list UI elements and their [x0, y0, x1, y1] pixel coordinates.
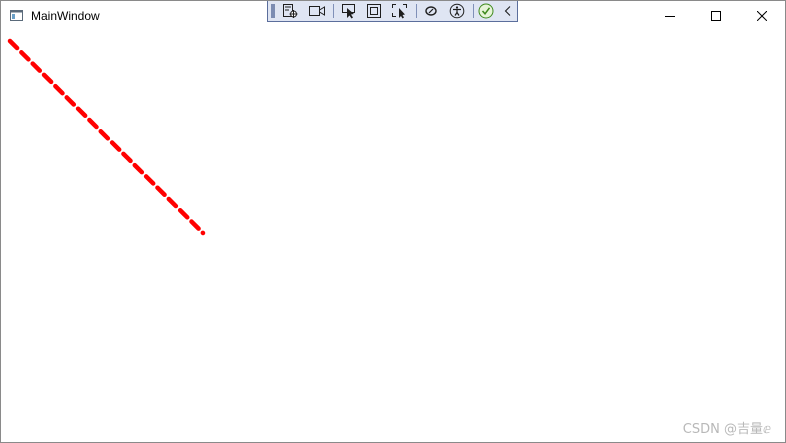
display-layout-adorners-icon	[367, 4, 381, 18]
toolbar-grip[interactable]	[271, 4, 275, 18]
drawing-canvas	[7, 38, 206, 236]
close-button[interactable]	[739, 1, 785, 31]
maximize-icon	[711, 11, 721, 21]
collapse-toolbar-button[interactable]	[500, 2, 516, 20]
go-to-live-visual-tree-icon	[283, 4, 298, 18]
track-focused-element-icon	[392, 4, 407, 19]
minimize-button[interactable]	[647, 1, 693, 31]
display-layout-adorners-button[interactable]	[364, 2, 384, 20]
accessibility-scanner-icon	[449, 3, 465, 19]
dashed-line	[7, 38, 206, 236]
window-content	[1, 31, 785, 442]
select-element-icon	[342, 4, 355, 19]
app-icon	[10, 10, 23, 21]
xaml-debug-toolbar	[267, 1, 518, 22]
collapse-chevron-icon	[504, 6, 511, 16]
record-button[interactable]	[307, 2, 327, 20]
close-icon	[757, 11, 767, 21]
toolbar-separator	[416, 4, 417, 18]
hot-reload-status-button[interactable]	[476, 2, 496, 20]
select-element-button[interactable]	[339, 2, 359, 20]
track-focused-element-button[interactable]	[390, 2, 410, 20]
toolbar-separator	[473, 4, 474, 18]
binding-failures-button[interactable]	[421, 2, 441, 20]
binding-failures-icon	[425, 6, 437, 16]
window-title: MainWindow	[31, 9, 100, 23]
main-window: MainWindow CSDN @吉量ⅇ	[0, 0, 786, 443]
record-icon	[309, 6, 325, 16]
minimize-icon	[665, 16, 675, 17]
watermark: CSDN @吉量ⅇ	[682, 422, 771, 437]
toolbar-separator	[333, 4, 334, 18]
go-to-live-visual-tree-button[interactable]	[280, 2, 300, 20]
maximize-button[interactable]	[693, 1, 739, 31]
hot-reload-status-icon	[478, 3, 494, 19]
accessibility-scanner-button[interactable]	[447, 2, 467, 20]
